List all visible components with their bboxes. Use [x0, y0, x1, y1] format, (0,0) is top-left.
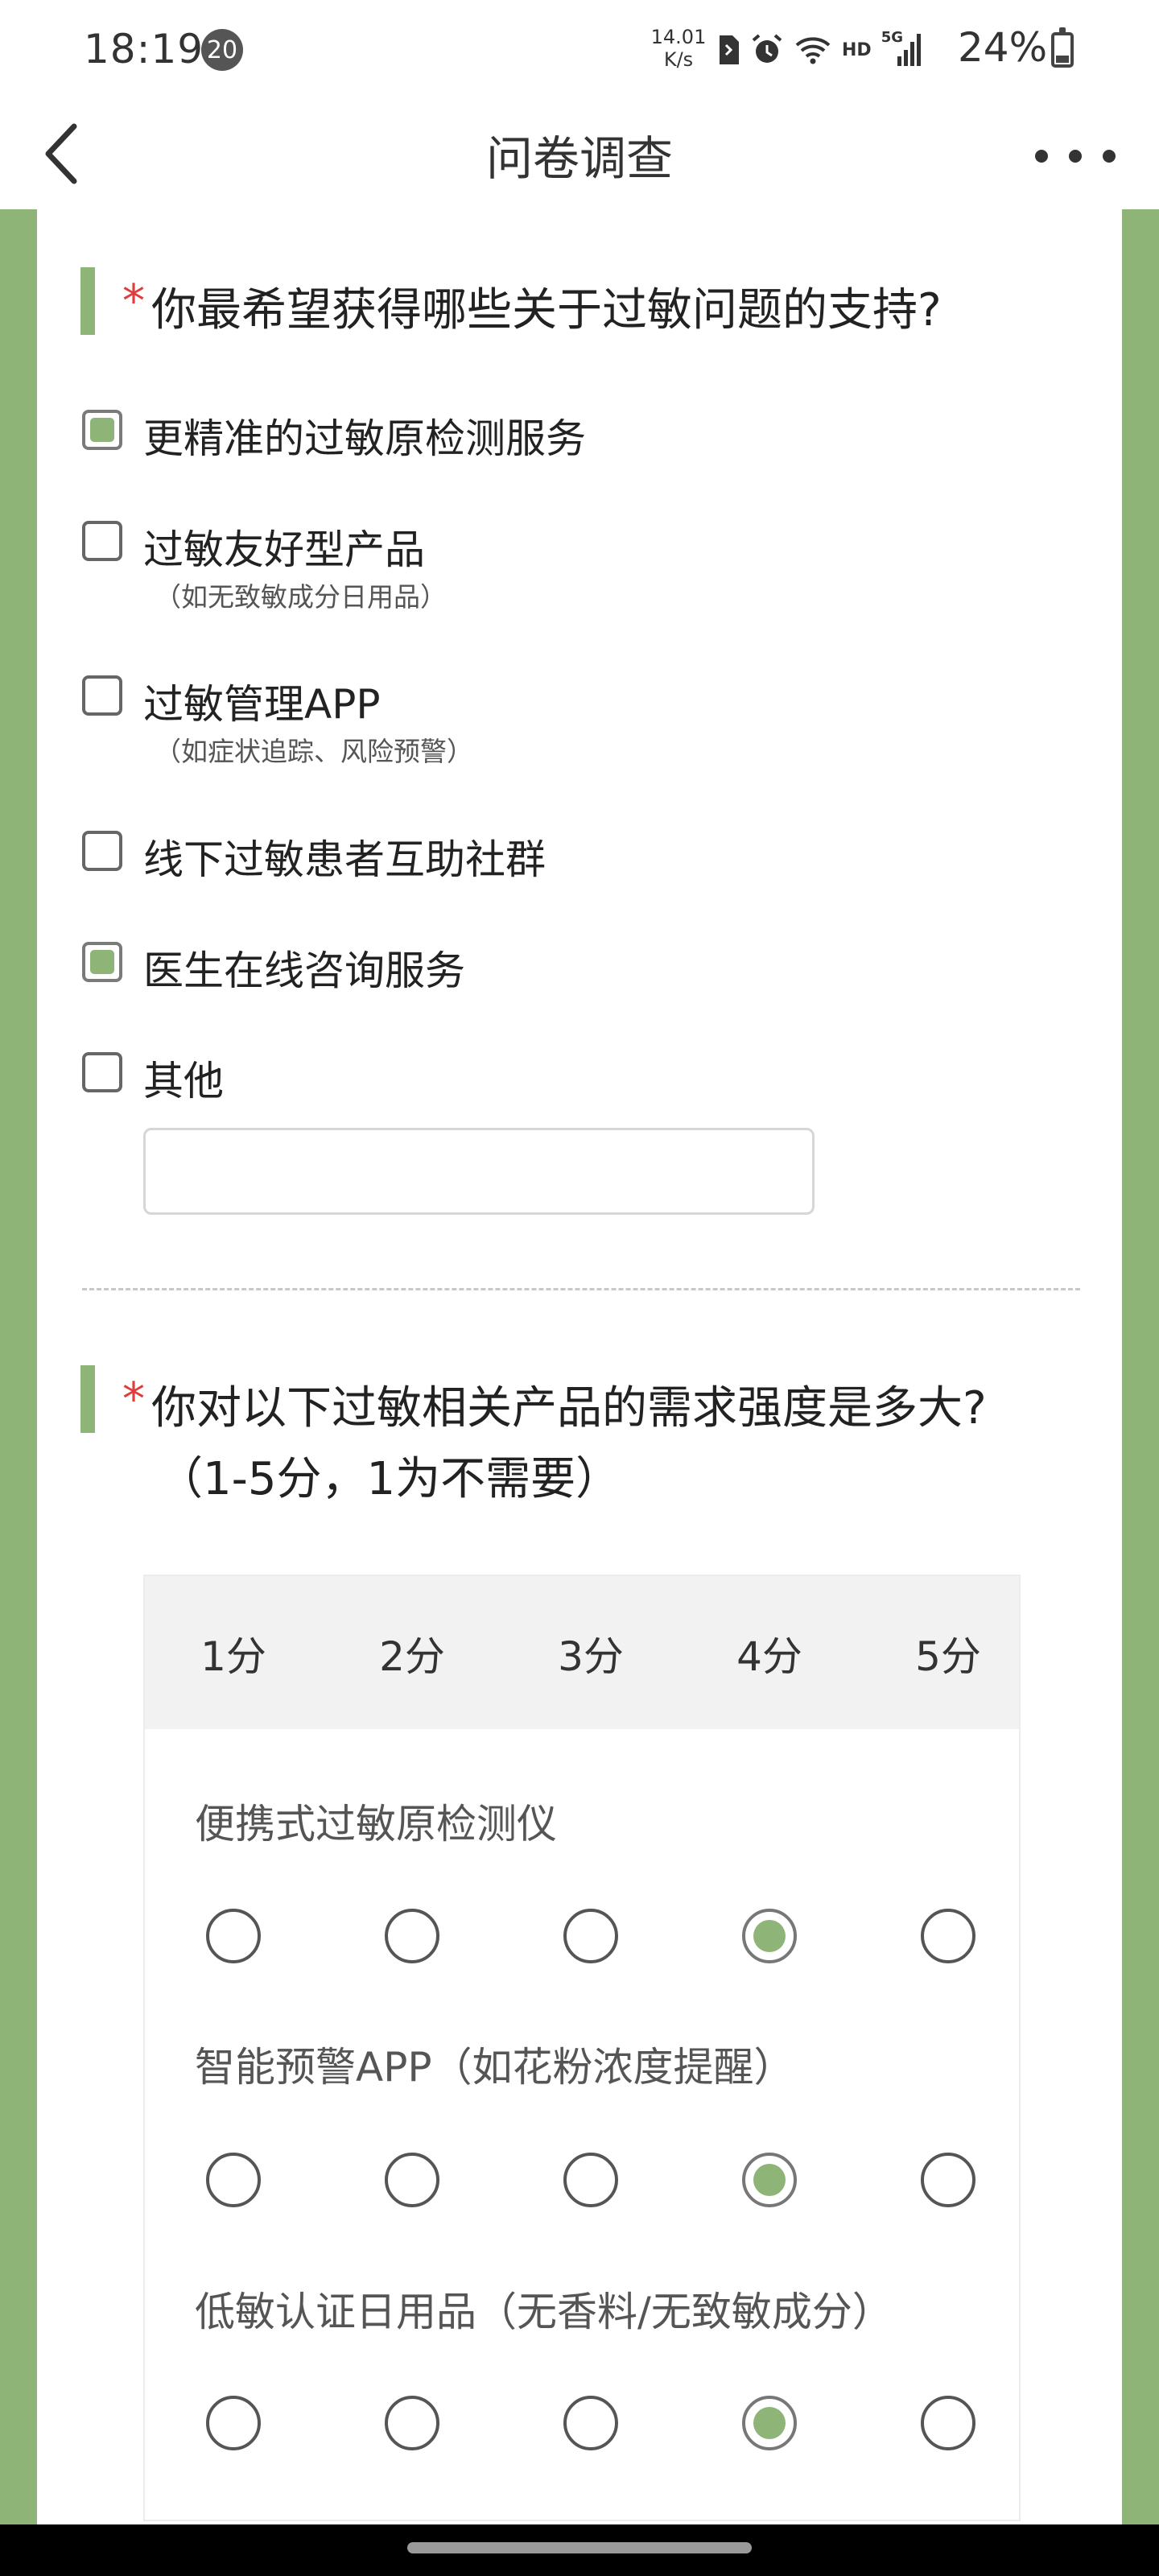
rating-radio-4[interactable] [742, 2396, 797, 2450]
rating-radio-3[interactable] [563, 2396, 618, 2450]
wifi-icon [795, 37, 831, 64]
alarm-icon [752, 34, 782, 63]
question-accent-bar [80, 1365, 95, 1433]
rating-radio-5[interactable] [921, 1909, 975, 1963]
checkbox[interactable] [82, 942, 122, 982]
status-bar: 18:19 20 14.01 K/s HD 5G 24% [0, 0, 1159, 101]
rating-radio-1[interactable] [206, 2396, 261, 2450]
scale-label-2: 2分 [379, 1633, 445, 1680]
option-label: 线下过敏患者互助社群 [143, 836, 546, 883]
question-accent-bar [80, 267, 95, 335]
question-2-title-line2: （1-5分，1为不需要） [158, 1453, 621, 1505]
option-note: （如无致敏成分日用品） [155, 581, 447, 613]
rating-radio-2[interactable] [385, 2396, 439, 2450]
network-speed-unit: K/s [663, 48, 694, 71]
checkbox[interactable] [82, 410, 122, 450]
status-icons: HD 5G [716, 27, 922, 72]
battery-percent: 24% [958, 24, 1048, 71]
option-label: 更精准的过敏原检测服务 [143, 415, 586, 462]
checkbox[interactable] [82, 1052, 122, 1092]
rating-radio-5[interactable] [921, 2153, 975, 2207]
more-dots-icon [1035, 150, 1048, 163]
rating-radio-3[interactable] [563, 2153, 618, 2207]
matrix-row-label: 便携式过敏原检测仪 [195, 1801, 557, 1847]
status-time: 18:19 [84, 26, 204, 72]
rating-radio-2[interactable] [385, 1909, 439, 1963]
option-label: 医生在线咨询服务 [143, 947, 465, 994]
hd-label: HD [842, 39, 872, 60]
checkbox[interactable] [82, 675, 122, 716]
network-speed: 14.01 K/s [649, 26, 708, 71]
required-mark: * [122, 275, 145, 328]
required-mark: * [122, 1373, 145, 1426]
option-label: 过敏友好型产品 [143, 526, 425, 573]
right-frame-border [1122, 209, 1159, 2524]
battery-level-fill [1056, 56, 1069, 63]
home-gesture-handle[interactable] [407, 2542, 752, 2553]
rating-matrix: 1分 2分 3分 4分 5分 便携式过敏原检测仪 智能预警APP（如花粉浓度提醒… [143, 1575, 1021, 2521]
other-text-input[interactable] [143, 1128, 815, 1215]
battery-icon [1051, 27, 1074, 68]
matrix-row-label: 低敏认证日用品（无香料/无致敏成分） [195, 2289, 893, 2335]
gesture-navigation-area [0, 2524, 1159, 2576]
rating-radio-3[interactable] [563, 1909, 618, 1963]
signal-bars-icon [897, 34, 921, 66]
checkbox[interactable] [82, 831, 122, 871]
more-options-button[interactable] [1035, 126, 1116, 187]
scale-label-4: 4分 [736, 1633, 802, 1680]
matrix-row-label: 智能预警APP（如花粉浓度提醒） [195, 2044, 794, 2091]
rating-radio-1[interactable] [206, 1909, 261, 1963]
rating-radio-4[interactable] [742, 2153, 797, 2207]
rating-radio-4[interactable] [742, 1909, 797, 1963]
left-frame-border [0, 209, 37, 2524]
question-2-title-line1: 你对以下过敏相关产品的需求强度是多大? [151, 1382, 987, 1435]
rating-radio-2[interactable] [385, 2153, 439, 2207]
section-divider [82, 1288, 1080, 1290]
page-title: 问卷调查 [485, 131, 673, 186]
checkbox[interactable] [82, 521, 122, 561]
navigation-bar: 问卷调查 [0, 101, 1159, 209]
network-speed-value: 14.01 [650, 26, 707, 48]
scale-label-3: 3分 [558, 1633, 624, 1680]
rating-scale-header: 1分 2分 3分 4分 5分 [145, 1576, 1019, 1729]
sim-card-icon [720, 35, 739, 64]
option-label: 过敏管理APP [143, 681, 381, 728]
notification-count-badge: 20 [201, 29, 243, 71]
scale-label-1: 1分 [200, 1633, 266, 1680]
scale-label-5: 5分 [915, 1633, 981, 1680]
rating-radio-1[interactable] [206, 2153, 261, 2207]
option-label: 其他 [143, 1058, 224, 1104]
option-note: （如症状追踪、风险预警） [155, 736, 473, 767]
survey-content: * 你最希望获得哪些关于过敏问题的支持? 更精准的过敏原检测服务 过敏友好型产品… [37, 209, 1122, 2524]
question-1-title: 你最希望获得哪些关于过敏问题的支持? [151, 284, 942, 336]
rating-radio-5[interactable] [921, 2396, 975, 2450]
cellular-signal: 5G [881, 29, 922, 68]
